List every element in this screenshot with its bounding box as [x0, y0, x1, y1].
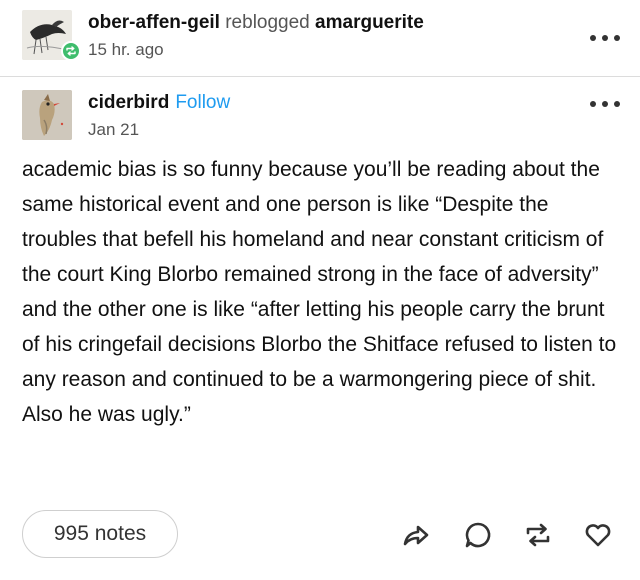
- author-avatar[interactable]: [22, 90, 72, 140]
- reblog-line: ober-affen-geil reblogged amarguerite: [88, 12, 424, 34]
- reblog-time[interactable]: 15 hr. ago: [88, 40, 164, 60]
- reblog-action: reblogged: [225, 12, 310, 33]
- reblog-source[interactable]: amarguerite: [315, 12, 424, 33]
- heart-icon[interactable]: [582, 519, 614, 551]
- post-actions: [400, 515, 620, 555]
- reblog-icon[interactable]: [522, 519, 554, 551]
- follow-button[interactable]: Follow: [175, 92, 230, 113]
- reblog-header: ober-affen-geil reblogged amarguerite 15…: [0, 0, 640, 77]
- reply-icon[interactable]: [462, 519, 494, 551]
- reblogger-name[interactable]: ober-affen-geil: [88, 12, 220, 33]
- notes-button[interactable]: 995 notes: [22, 510, 178, 558]
- post-author-line: ciderbird Follow: [88, 92, 230, 114]
- share-icon[interactable]: [400, 519, 432, 551]
- post-text: academic bias is so funny because you’ll…: [22, 158, 617, 426]
- reblog-more-icon[interactable]: [590, 33, 620, 43]
- post-body: academic bias is so funny because you’ll…: [22, 152, 622, 432]
- post-date[interactable]: Jan 21: [88, 120, 139, 140]
- notes-count: 995 notes: [53, 522, 147, 545]
- reblog-badge-icon: [61, 41, 81, 61]
- post-more-icon[interactable]: [590, 99, 620, 109]
- post-author-name[interactable]: ciderbird: [88, 92, 169, 113]
